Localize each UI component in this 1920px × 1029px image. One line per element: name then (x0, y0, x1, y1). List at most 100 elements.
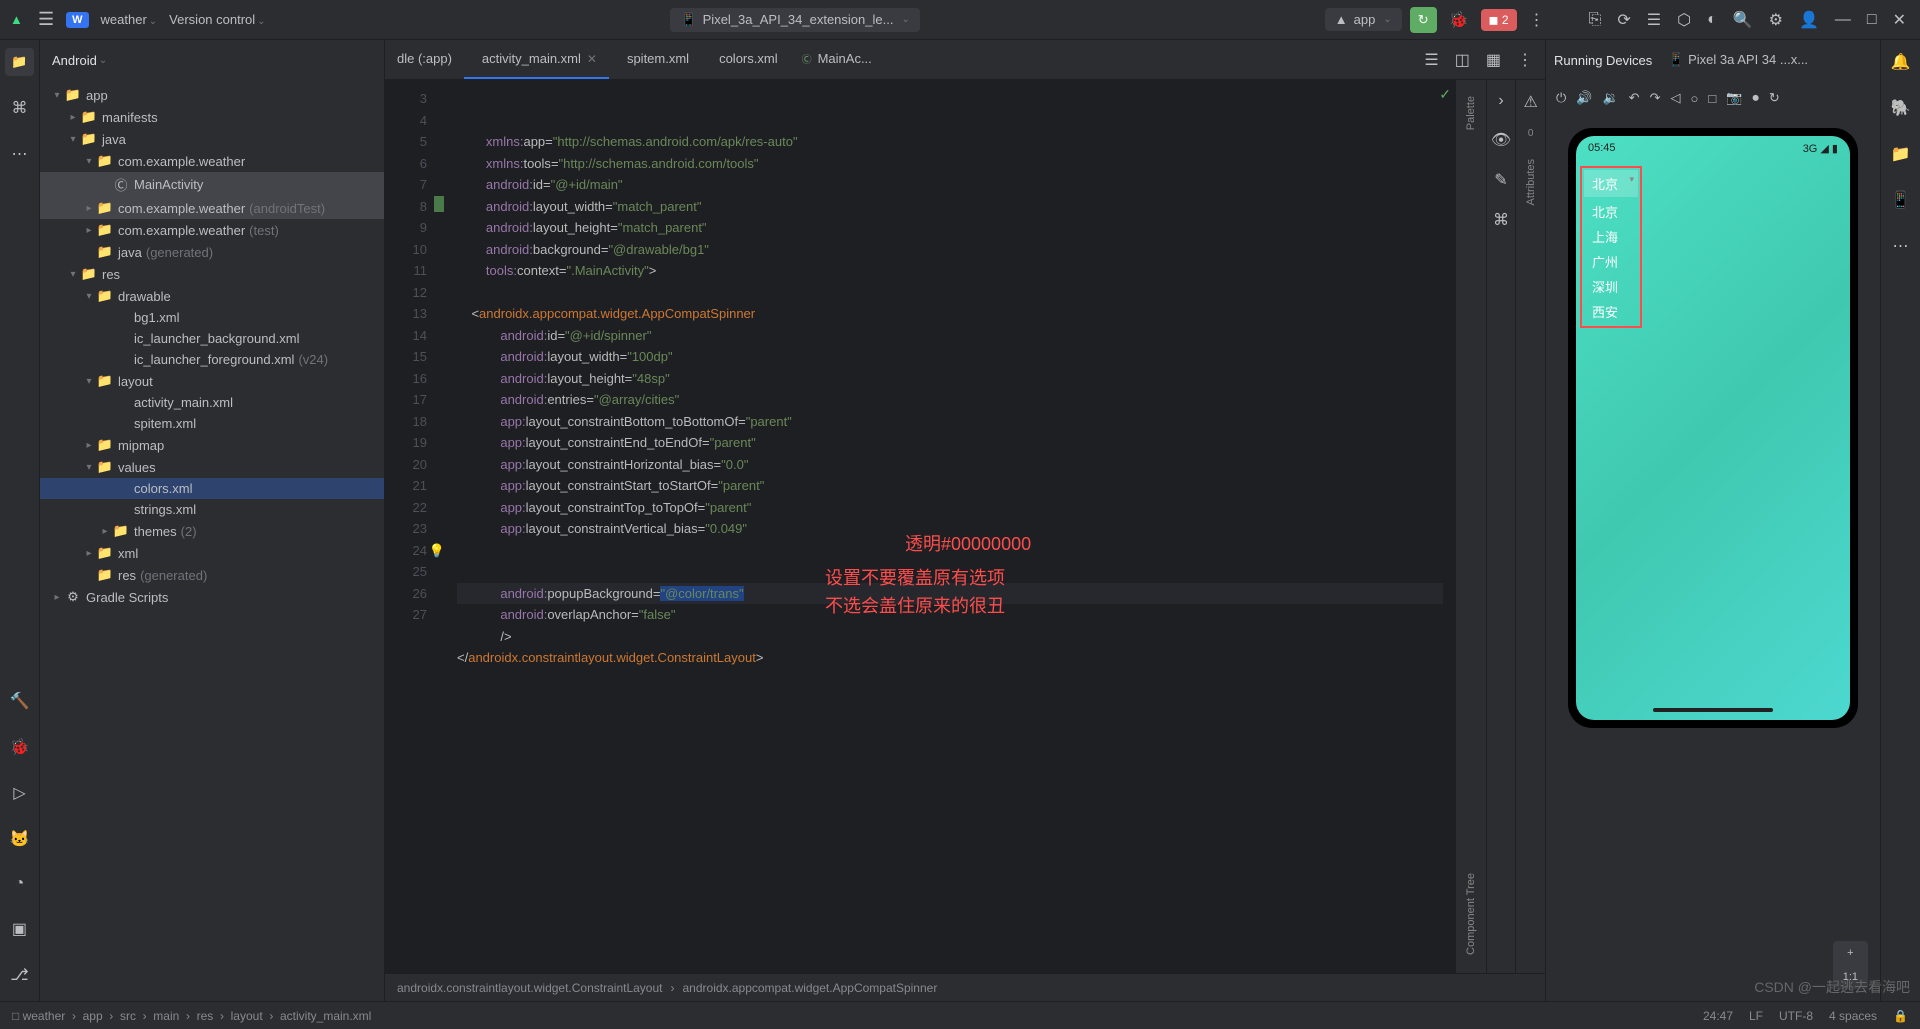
run-tool-icon[interactable]: ▷ (9, 779, 29, 807)
minimize-icon[interactable]: — (1831, 7, 1855, 33)
spinner-item[interactable]: 北京 (1584, 199, 1638, 224)
device-explorer-icon[interactable]: 📁 (1887, 140, 1915, 168)
tree-item[interactable]: strings.xml (40, 499, 384, 520)
record-icon[interactable]: ⏺ (1752, 90, 1759, 106)
project-name-dropdown[interactable]: weather⌄ (101, 12, 158, 27)
structure-tool-icon[interactable]: ⌘ (8, 94, 32, 122)
vcs-tool-icon[interactable]: ⎇ (6, 961, 32, 989)
spinner-item[interactable]: 上海 (1584, 224, 1638, 249)
gradle-icon[interactable]: 🐘 (1887, 94, 1915, 122)
line-separator[interactable]: LF (1749, 1009, 1763, 1023)
tree-item[interactable]: ▸⚙Gradle Scripts (40, 586, 384, 608)
warnings-icon[interactable]: ⚠ (1519, 88, 1541, 116)
file-encoding[interactable]: UTF-8 (1779, 1009, 1813, 1023)
tree-item[interactable]: 📁res(generated) (40, 564, 384, 586)
attributes-label[interactable]: Attributes (1525, 151, 1537, 213)
terminal-tool-icon[interactable]: ▣ (8, 915, 31, 943)
visibility-icon[interactable]: 👁 (1487, 126, 1515, 154)
close-window-icon[interactable]: ✕ (1889, 6, 1910, 34)
device-instance-tab[interactable]: 📱 Pixel 3a API 34 ...x... (1668, 48, 1808, 72)
breadcrumb-item[interactable]: androidx.constraintlayout.widget.Constra… (397, 981, 663, 995)
build-tool-icon[interactable]: 🔨 (6, 687, 34, 715)
tree-item[interactable]: ▾📁app (40, 84, 384, 106)
breadcrumb-item[interactable]: androidx.appcompat.widget.AppCompatSpinn… (683, 981, 938, 995)
more-actions-icon[interactable]: ⋮ (1525, 6, 1549, 34)
account-icon[interactable]: 👤 (1795, 6, 1823, 34)
zoom-in-button[interactable]: + (1833, 941, 1868, 965)
run-config-selector[interactable]: ▲ app⌄ (1325, 8, 1402, 31)
tree-item[interactable]: colors.xml (40, 478, 384, 499)
project-tool-icon[interactable]: 📁 (5, 48, 33, 76)
spinner-item[interactable]: 广州 (1584, 249, 1638, 274)
volume-down-icon[interactable]: 🔉 (1602, 90, 1618, 106)
tab-more-icon[interactable]: ⋮ (1513, 46, 1537, 74)
cursor-position[interactable]: 24:47 (1703, 1009, 1733, 1023)
sync-icon[interactable]: ⟳ (1613, 6, 1634, 34)
component-tree-label[interactable]: Component Tree (1465, 865, 1477, 963)
editor-tab[interactable]: activity_main.xml✕ (464, 40, 609, 79)
screenshot-icon[interactable]: 📷 (1726, 90, 1742, 106)
running-devices-tab[interactable]: Running Devices (1554, 49, 1652, 72)
tree-item[interactable]: 📁java(generated) (40, 241, 384, 263)
tree-item[interactable]: ic_launcher_background.xml (40, 328, 384, 349)
profiler-icon[interactable]: ◐ (1703, 7, 1721, 33)
spinner-item[interactable]: 深圳 (1584, 274, 1638, 299)
project-panel-header[interactable]: Android⌄ (40, 40, 384, 80)
attr-wand-icon[interactable]: ✎ (1490, 166, 1511, 194)
project-tree[interactable]: ▾📁app▸📁manifests▾📁java▾📁com.example.weat… (40, 80, 384, 1001)
code-with-me-icon[interactable]: ⎘ (1585, 7, 1606, 33)
more-tools-icon[interactable]: ⋯ (1889, 232, 1913, 260)
tree-item[interactable]: ▸📁com.example.weather(androidTest) (40, 197, 384, 219)
overview-icon[interactable]: □ (1708, 91, 1716, 106)
emulator-icon[interactable]: 📱 (1887, 186, 1915, 214)
tree-item[interactable]: ▾📁values (40, 456, 384, 478)
tree-item[interactable]: ▸📁mipmap (40, 434, 384, 456)
maximize-icon[interactable]: □ (1863, 7, 1881, 33)
code-editor[interactable]: xmlns:app="http://schemas.android.com/ap… (445, 80, 1455, 973)
tree-item[interactable]: ic_launcher_foreground.xml(v24) (40, 349, 384, 370)
tree-item[interactable]: ▸📁xml (40, 542, 384, 564)
tree-item[interactable]: ⒸMainActivity (40, 172, 384, 197)
tree-item[interactable]: spitem.xml (40, 413, 384, 434)
search-icon[interactable]: 🔍 (1729, 6, 1757, 34)
debug-tool-icon[interactable]: 🐞 (6, 733, 34, 761)
notifications-icon[interactable]: 🔔 (1887, 48, 1915, 76)
volume-up-icon[interactable]: 🔊 (1576, 90, 1592, 106)
view-mode-split-icon[interactable]: ◫ (1451, 46, 1474, 74)
resource-tool-icon[interactable]: ⋯ (8, 140, 32, 168)
avd-icon[interactable]: ☰ (1643, 6, 1665, 34)
power-icon[interactable]: ⏻ (1556, 90, 1566, 106)
nav-crumbs[interactable]: □ weather › app › src › main › res › lay… (12, 1009, 371, 1023)
settings-icon[interactable]: ⚙ (1765, 6, 1787, 34)
tree-item[interactable]: bg1.xml (40, 307, 384, 328)
phone-screen[interactable]: 05:45 3G ◢ ▮ 北京 北京上海广州深圳西安 (1576, 136, 1850, 720)
rotate-right-icon[interactable]: ↷ (1650, 90, 1661, 106)
tree-item[interactable]: ▾📁layout (40, 370, 384, 392)
debug-button[interactable]: 🐞 (1445, 6, 1473, 34)
home-icon[interactable]: ○ (1690, 91, 1698, 106)
tree-item[interactable]: ▸📁themes(2) (40, 520, 384, 542)
tree-item[interactable]: ▸📁manifests (40, 106, 384, 128)
inspection-tool-icon[interactable]: ◔ (11, 871, 29, 897)
back-icon[interactable]: ◁ (1670, 90, 1680, 106)
tree-item[interactable]: ▾📁java (40, 128, 384, 150)
vcs-dropdown[interactable]: Version control⌄ (169, 12, 265, 27)
tree-item[interactable]: ▾📁drawable (40, 285, 384, 307)
view-mode-list-icon[interactable]: ☰ (1420, 46, 1442, 74)
editor-tab[interactable]: dle (:app) (385, 40, 464, 79)
logcat-tool-icon[interactable]: 🐱 (6, 825, 34, 853)
spinner-selected[interactable]: 北京 (1584, 170, 1638, 197)
sdk-icon[interactable]: ⬡ (1673, 6, 1695, 34)
run-button[interactable]: ↻ (1410, 7, 1437, 33)
view-mode-design-icon[interactable]: ▦ (1482, 46, 1505, 74)
more-device-icon[interactable]: ↻ (1769, 90, 1780, 106)
stop-button[interactable]: ◼ 2 (1481, 9, 1517, 31)
palette-expand-icon[interactable]: › (1494, 88, 1507, 114)
tree-item[interactable]: activity_main.xml (40, 392, 384, 413)
palette-label[interactable]: Palette (1465, 88, 1477, 138)
editor-tab[interactable]: ⒸMainAc... (790, 40, 884, 79)
readonly-lock-icon[interactable]: 🔒 (1893, 1009, 1908, 1023)
rotate-left-icon[interactable]: ↶ (1629, 90, 1640, 106)
device-selector[interactable]: 📱 Pixel_3a_API_34_extension_le...⌄ (670, 8, 919, 32)
main-menu-icon[interactable]: ☰ (38, 9, 54, 30)
